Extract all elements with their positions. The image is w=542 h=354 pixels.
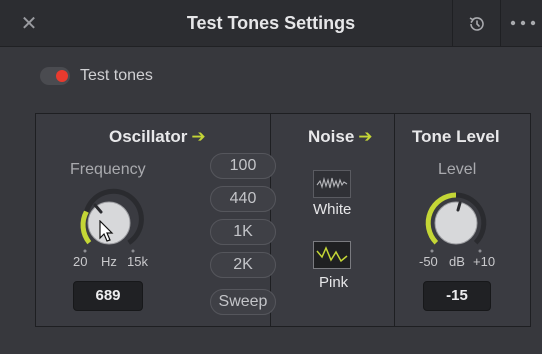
white-noise-label: White [313,201,352,218]
preset-2k-button[interactable]: 2K [210,252,276,278]
frequency-label: Frequency [70,161,146,178]
oscillator-title: Oscillator ➔ [109,127,206,147]
oscillator-title-text: Oscillator [109,127,188,146]
white-noise-icon [316,176,348,189]
test-tones-toggle[interactable] [40,67,70,85]
white-noise-button[interactable] [313,170,351,198]
noise-title: Noise ➔ [308,127,373,147]
preset-1k-button[interactable]: 1K [210,219,276,245]
frequency-value-field[interactable]: 689 [73,281,143,311]
more-icon[interactable] [510,20,536,26]
noise-title-text: Noise [308,127,355,146]
tone-level-title: Tone Level [412,127,500,146]
level-scale-min: -50 [419,254,438,269]
pink-noise-icon [316,246,348,263]
level-scale-unit: dB [449,254,465,269]
preset-100-button[interactable]: 100 [210,153,276,179]
history-icon[interactable] [466,13,488,35]
level-value-field[interactable]: -15 [423,281,491,311]
level-knob[interactable] [421,188,491,258]
window-title: Test Tones Settings [186,13,356,33]
settings-panel: Oscillator ➔ Frequency 20 Hz 15k 689 100 … [35,113,531,327]
preset-sweep-button[interactable]: Sweep [210,289,276,315]
panel-divider [394,114,395,326]
noise-arrow-icon: ➔ [358,127,373,146]
oscillator-arrow-icon: ➔ [191,127,206,146]
toggle-on-indicator [56,70,68,82]
pink-noise-button[interactable] [313,241,351,269]
pink-noise-label: Pink [319,274,349,291]
title-divider [500,0,501,46]
level-label: Level [438,161,477,178]
test-tones-label: Test tones [80,67,153,84]
test-tones-settings-window: ✕ Test Tones Settings Test tones Oscilla… [0,0,542,354]
cursor-icon [99,220,114,242]
title-divider [452,0,453,46]
title-bar: ✕ Test Tones Settings [0,0,542,47]
frequency-scale-unit: Hz [101,254,117,269]
preset-440-button[interactable]: 440 [210,186,276,212]
frequency-scale-min: 20 [73,254,88,269]
level-scale-max: +10 [473,254,496,269]
frequency-scale-max: 15k [127,254,148,269]
